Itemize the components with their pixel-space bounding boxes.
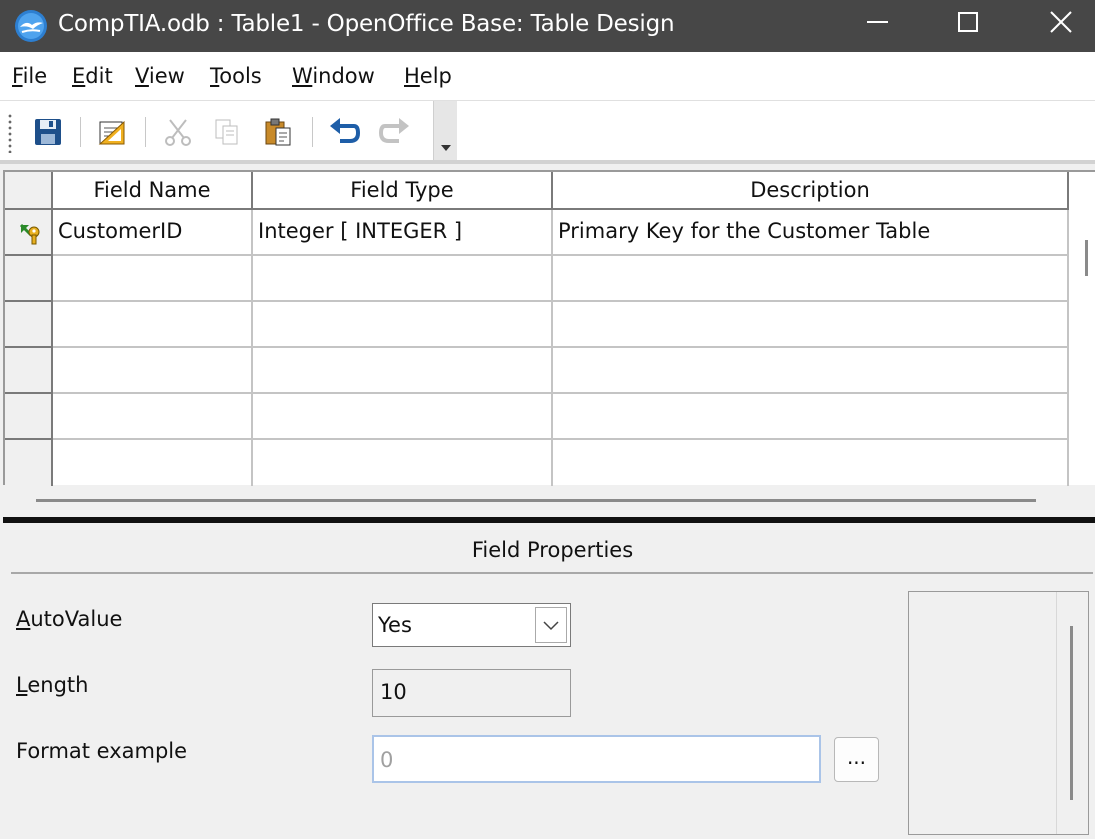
maximize-icon: [958, 12, 978, 32]
autovalue-value: Yes: [378, 613, 412, 637]
format-example-label: Format example: [16, 739, 188, 763]
grid-corner: [5, 172, 53, 210]
format-example-field[interactable]: 0: [372, 735, 821, 783]
close-button[interactable]: [1014, 0, 1095, 52]
field-type-cell[interactable]: [253, 440, 553, 487]
field-name-cell[interactable]: [53, 302, 253, 348]
standard-toolbar: [0, 100, 1095, 164]
field-type-cell[interactable]: [253, 256, 553, 302]
save-button[interactable]: [28, 113, 68, 151]
field-type-cell[interactable]: Integer [ INTEGER ]: [253, 210, 553, 256]
toolbar-border: [0, 160, 1095, 164]
row-header[interactable]: [5, 302, 53, 348]
length-label: Length: [16, 673, 89, 697]
menu-help[interactable]: Help: [404, 64, 452, 88]
toolbar-separator: [80, 117, 81, 147]
field-properties-divider: [11, 572, 1093, 574]
primary-key-icon: [19, 223, 40, 245]
paste-icon: [265, 118, 291, 146]
autovalue-select[interactable]: Yes: [372, 603, 571, 647]
field-name-cell[interactable]: CustomerID: [53, 210, 253, 256]
field-type-cell[interactable]: [253, 302, 553, 348]
column-header-description[interactable]: Description: [553, 172, 1069, 210]
pane-splitter[interactable]: [3, 517, 1095, 523]
description-cell[interactable]: Primary Key for the Customer Table: [553, 210, 1069, 256]
cut-button[interactable]: [158, 113, 198, 151]
paste-button[interactable]: [258, 113, 298, 151]
column-header-field-type[interactable]: Field Type: [253, 172, 553, 210]
format-browse-button[interactable]: ...: [834, 737, 879, 782]
row-header[interactable]: [5, 210, 53, 256]
row-header[interactable]: [5, 394, 53, 440]
row-header[interactable]: [5, 440, 53, 487]
menu-window[interactable]: Window: [292, 64, 375, 88]
minimize-icon: [867, 21, 888, 23]
menu-bar: File Edit View Tools Window Help: [0, 52, 1095, 100]
field-name-cell[interactable]: [53, 256, 253, 302]
row-header[interactable]: [5, 256, 53, 302]
redo-icon: [379, 118, 409, 143]
autovalue-label: AutoValue: [16, 607, 123, 631]
redo-button[interactable]: [375, 113, 415, 151]
length-field[interactable]: 10: [372, 669, 571, 717]
openoffice-gull-icon: [15, 10, 47, 42]
description-cell[interactable]: [553, 256, 1069, 302]
field-properties-title: Field Properties: [471, 538, 634, 562]
minimize-button[interactable]: [832, 0, 924, 52]
toolbar-separator: [145, 117, 146, 147]
grid-horizontal-scrollbar[interactable]: [36, 499, 1036, 502]
help-box-divider: [1056, 592, 1057, 834]
format-example-value: 0: [380, 748, 394, 772]
toolbar-overflow-button[interactable]: [433, 101, 457, 163]
window-title: CompTIA.odb : Table1 - OpenOffice Base: …: [58, 11, 675, 37]
copy-icon: [215, 119, 238, 145]
field-name-cell[interactable]: [53, 394, 253, 440]
undo-icon: [330, 118, 360, 143]
field-grid: Field Name Field Type Description Custom…: [3, 170, 1095, 487]
autovalue-dropdown-button[interactable]: [535, 607, 567, 643]
length-value: 10: [380, 680, 407, 704]
help-scrollbar[interactable]: [1070, 626, 1073, 800]
toolbar-separator: [312, 117, 313, 147]
title-bar: CompTIA.odb : Table1 - OpenOffice Base: …: [0, 0, 1095, 52]
toolbar-grip[interactable]: [8, 113, 12, 153]
chevron-down-icon: [543, 621, 559, 631]
undo-button[interactable]: [324, 113, 364, 151]
field-name-cell[interactable]: [53, 348, 253, 394]
menu-tools[interactable]: Tools: [210, 64, 262, 88]
edit-doc-icon: [98, 120, 125, 145]
grid-vertical-scrollbar[interactable]: [1085, 240, 1088, 276]
help-text-box: [908, 591, 1089, 835]
field-type-cell[interactable]: [253, 348, 553, 394]
menu-view[interactable]: View: [135, 64, 185, 88]
menu-file[interactable]: File: [12, 64, 47, 88]
maximize-button[interactable]: [922, 0, 1014, 52]
row-header[interactable]: [5, 348, 53, 394]
description-cell[interactable]: [553, 440, 1069, 487]
chevron-down-icon: [441, 145, 451, 151]
field-name-cell[interactable]: [53, 440, 253, 487]
copy-button[interactable]: [207, 113, 247, 151]
column-header-field-name[interactable]: Field Name: [53, 172, 253, 210]
save-icon: [35, 119, 61, 145]
menu-edit[interactable]: Edit: [72, 64, 113, 88]
edit-doc-button[interactable]: [92, 113, 132, 151]
close-icon: [1050, 11, 1072, 33]
field-type-cell[interactable]: [253, 394, 553, 440]
description-cell[interactable]: [553, 394, 1069, 440]
cut-icon: [165, 119, 191, 146]
description-cell[interactable]: [553, 348, 1069, 394]
description-cell[interactable]: [553, 302, 1069, 348]
